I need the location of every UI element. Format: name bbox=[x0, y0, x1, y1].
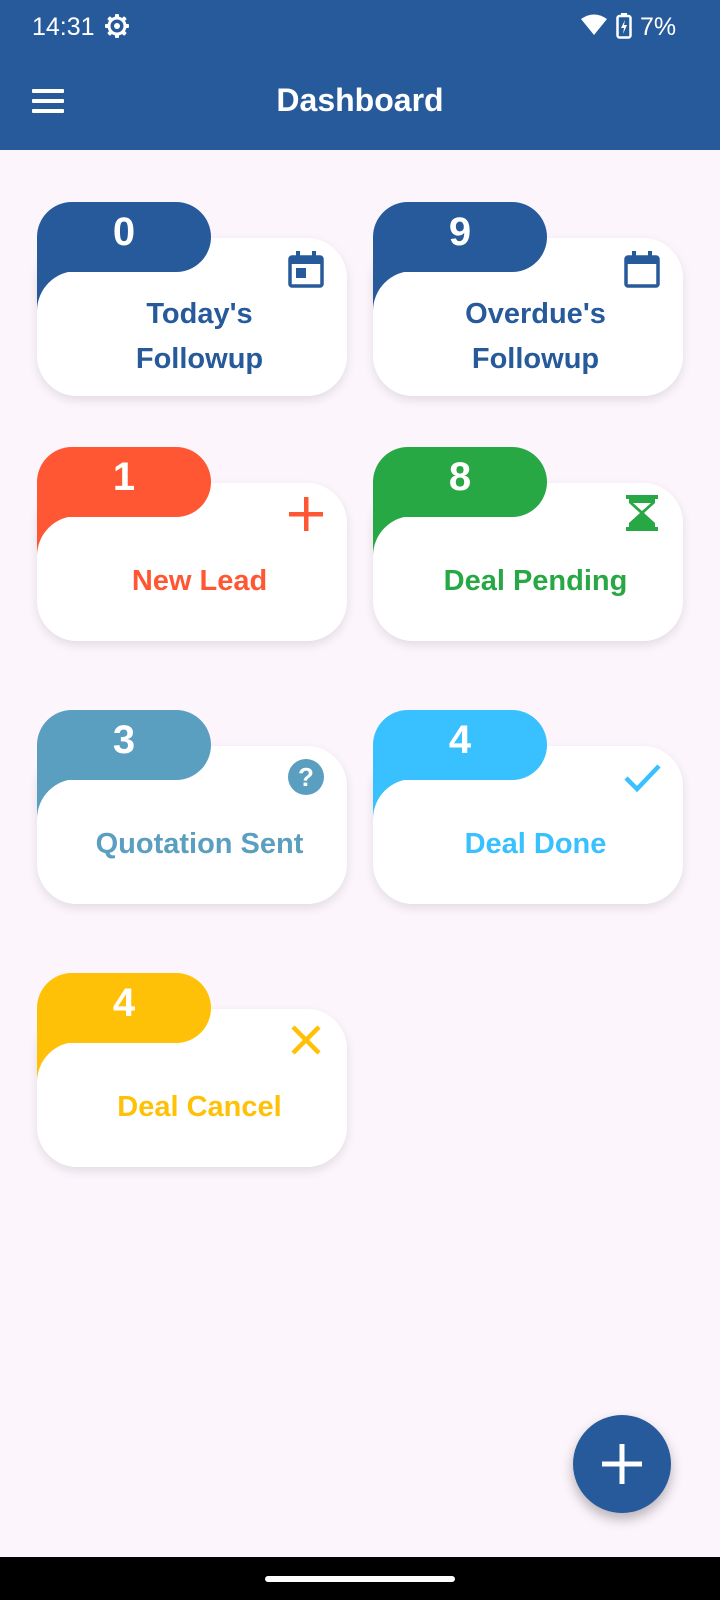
page-title: Dashboard bbox=[276, 82, 444, 118]
card-count: 9 bbox=[448, 210, 472, 254]
card-new-lead[interactable]: 1 New Lead bbox=[37, 447, 347, 675]
card-overdue-followup[interactable]: 9 Overdue's Followup bbox=[373, 202, 683, 430]
settings-gear-icon bbox=[105, 14, 129, 38]
card-label: Deal Done bbox=[464, 828, 607, 860]
system-nav-bar bbox=[0, 1557, 720, 1600]
status-time: 14:31 bbox=[32, 13, 95, 41]
plus-icon bbox=[289, 497, 323, 531]
card-quotation-sent[interactable]: 3 ? Quotation Sent bbox=[37, 710, 347, 938]
card-deal-done[interactable]: 4 Deal Done bbox=[373, 710, 683, 938]
card-label: Today's Followup bbox=[135, 298, 264, 375]
card-label: Deal Cancel bbox=[117, 1091, 282, 1123]
status-bar: 14:31 7% bbox=[0, 0, 720, 52]
home-indicator[interactable] bbox=[265, 1576, 455, 1582]
help-circle-icon: ? bbox=[288, 759, 324, 795]
count-badge: 4 bbox=[37, 973, 211, 1043]
check-icon bbox=[624, 764, 661, 793]
close-icon bbox=[291, 1025, 321, 1055]
card-deal-pending[interactable]: 8 Deal Pending bbox=[373, 447, 683, 675]
count-badge: 3 bbox=[37, 710, 211, 780]
plus-icon bbox=[602, 1444, 642, 1484]
battery-charging-icon bbox=[616, 13, 632, 39]
card-label: Quotation Sent bbox=[95, 828, 304, 860]
count-badge: 0 bbox=[37, 202, 211, 272]
hourglass-icon bbox=[626, 495, 658, 531]
card-count: 4 bbox=[448, 718, 472, 762]
card-todays-followup[interactable]: 0 Today's Followup bbox=[37, 202, 347, 430]
wifi-icon bbox=[581, 14, 607, 35]
card-count: 4 bbox=[112, 981, 136, 1025]
count-badge: 1 bbox=[37, 447, 211, 517]
card-count: 3 bbox=[112, 718, 136, 762]
card-label: New Lead bbox=[131, 565, 268, 597]
count-badge: 9 bbox=[373, 202, 547, 272]
svg-text:?: ? bbox=[298, 762, 314, 792]
card-count: 8 bbox=[448, 455, 472, 499]
calendar-today-icon bbox=[288, 251, 324, 288]
battery-percentage: 7% bbox=[640, 13, 677, 41]
card-label: Overdue's Followup bbox=[465, 298, 606, 375]
count-badge: 4 bbox=[373, 710, 547, 780]
card-count: 0 bbox=[112, 210, 136, 254]
card-deal-cancel[interactable]: 4 Deal Cancel bbox=[37, 973, 347, 1201]
count-badge: 8 bbox=[373, 447, 547, 517]
card-count: 1 bbox=[112, 455, 136, 499]
app-bar: Dashboard bbox=[0, 52, 720, 150]
add-fab-button[interactable] bbox=[573, 1415, 671, 1513]
card-label: Deal Pending bbox=[443, 565, 628, 597]
calendar-icon bbox=[624, 251, 660, 288]
